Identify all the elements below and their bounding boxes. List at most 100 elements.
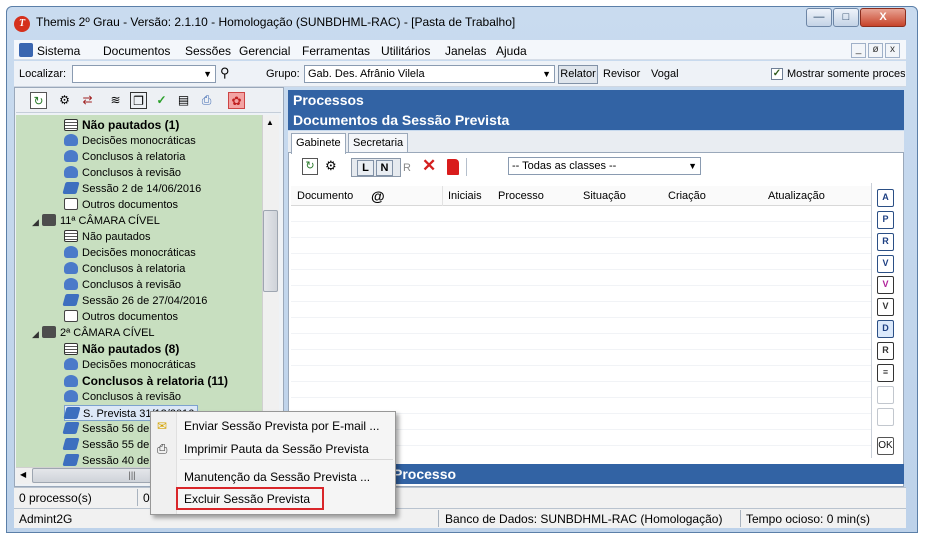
side-a-button[interactable]: A	[877, 189, 894, 207]
mdi-close-icon[interactable]: x	[885, 43, 900, 58]
delete-icon[interactable]: ✕	[422, 156, 436, 176]
menu-manutencao[interactable]: Manutenção da Sessão Prevista ...	[184, 470, 370, 484]
tree-item[interactable]: 2ª CÂMARA CÍVEL	[42, 325, 155, 341]
tree-item[interactable]: Conclusos à relatoria	[64, 261, 185, 277]
scroll-left-icon[interactable]: ◀	[20, 470, 26, 479]
menu-ferramentas[interactable]: Ferramentas	[302, 44, 370, 58]
find-icon[interactable]: ⚙	[325, 158, 337, 174]
tree-item[interactable]: Conclusos à revisão	[64, 277, 181, 293]
check-icon[interactable]: ✓	[153, 92, 170, 109]
window-title: Themis 2º Grau - Versão: 2.1.10 - Homolo…	[36, 15, 516, 29]
tree-item-label: Sessão 26 de 27/04/2016	[82, 295, 208, 307]
tree-item[interactable]: Sessão 56 de	[62, 421, 149, 437]
tree-scroll-thumb[interactable]	[263, 210, 278, 292]
tree-item[interactable]: Não pautados (1)	[64, 117, 179, 133]
menu-imprimir-pauta[interactable]: Imprimir Pauta da Sessão Prevista	[184, 442, 369, 456]
tree-item[interactable]: Sessão 40 de	[62, 453, 149, 467]
tree-item[interactable]: Sessão 55 de	[62, 437, 149, 453]
localizar-input[interactable]: ▼	[72, 65, 216, 83]
side-p-button[interactable]: P	[877, 211, 894, 229]
menu-sistema[interactable]: Sistema	[37, 44, 80, 58]
relator-toggle[interactable]: Relator	[558, 65, 598, 84]
collapse-icon[interactable]: ◢	[32, 329, 39, 340]
copy-icon[interactable]: ❐	[130, 92, 147, 109]
red-document-icon[interactable]	[447, 159, 459, 175]
refresh-icon[interactable]: ↻	[30, 92, 47, 109]
side-r2-button[interactable]: R	[877, 342, 894, 360]
menu-utilitarios[interactable]: Utilitários	[381, 44, 430, 58]
tree-item[interactable]: Outros documentos	[64, 309, 178, 325]
menu-gerencial[interactable]: Gerencial	[239, 44, 290, 58]
menu-enviar-email[interactable]: Enviar Sessão Prevista por E-mail ...	[184, 419, 379, 433]
processos-header: Processos	[288, 90, 904, 110]
col-iniciais[interactable]: Iniciais	[448, 190, 482, 202]
col-criacao[interactable]: Criação	[668, 190, 706, 202]
blank-doc-icon[interactable]	[877, 408, 894, 426]
revisor-toggle[interactable]: Revisor	[603, 68, 640, 80]
tree-item[interactable]: Conclusos à relatoria (11)	[64, 373, 228, 389]
status-sep	[740, 510, 741, 527]
notes-icon[interactable]: ≡	[877, 364, 894, 382]
tree-item[interactable]: Conclusos à revisão	[64, 389, 181, 405]
tree-item[interactable]: Não pautados	[64, 229, 151, 245]
chevron-down-icon: ▼	[203, 69, 212, 79]
menu-sessoes[interactable]: Sessões	[185, 44, 231, 58]
class-filter-select[interactable]: -- Todas as classes -- ▼	[508, 157, 701, 175]
side-v1-button[interactable]: V	[877, 255, 894, 273]
tree-item-label: 11ª CÂMARA CÍVEL	[60, 215, 160, 227]
side-d-button[interactable]: D	[877, 320, 894, 338]
list-icon	[64, 230, 78, 242]
menu-janelas[interactable]: Janelas	[445, 44, 486, 58]
ok-button[interactable]: OK	[877, 437, 894, 455]
col-email[interactable]: @	[371, 188, 385, 204]
tab-secretaria[interactable]: Secretaria	[348, 133, 409, 153]
layers-icon[interactable]: ≋	[107, 92, 124, 109]
tree-item[interactable]: 11ª CÂMARA CÍVEL	[42, 213, 160, 229]
tree-item[interactable]: Conclusos à revisão	[64, 165, 181, 181]
side-v3-button[interactable]: V	[877, 298, 894, 316]
vogal-toggle[interactable]: Vogal	[651, 68, 679, 80]
col-situacao[interactable]: Situação	[583, 190, 626, 202]
mdi-restore-icon[interactable]: ø	[868, 43, 883, 58]
format-r-button[interactable]: R	[403, 162, 411, 174]
mdi-minimize-icon[interactable]: _	[851, 43, 866, 58]
chamber-icon	[42, 326, 56, 338]
menu-excluir-sessao[interactable]: Excluir Sessão Prevista	[184, 492, 310, 506]
tab-gabinete[interactable]: Gabinete	[291, 133, 346, 154]
document-icon	[64, 198, 78, 210]
collapse-icon[interactable]: ◢	[32, 217, 39, 228]
side-v2-button[interactable]: V	[877, 276, 894, 294]
menu-ajuda[interactable]: Ajuda	[496, 44, 527, 58]
tree-item[interactable]: Sessão 2 de 14/06/2016	[62, 181, 201, 197]
tree-item[interactable]: Sessão 26 de 27/04/2016	[62, 293, 208, 309]
mostrar-checkbox[interactable]: ✓	[771, 68, 783, 80]
col-atualizacao[interactable]: Atualização	[768, 190, 825, 202]
clipboard-icon[interactable]: ▤	[175, 92, 192, 109]
col-documento[interactable]: Documento	[297, 190, 353, 202]
tree-item-label: Conclusos à revisão	[82, 167, 182, 179]
tree-item[interactable]: Decisões monocráticas	[64, 133, 196, 149]
blank-doc-icon[interactable]	[877, 386, 894, 404]
minimize-icon[interactable]: —	[806, 8, 832, 27]
close-icon[interactable]: X	[860, 8, 906, 27]
grupo-label: Grupo:	[266, 68, 300, 80]
menu-documentos[interactable]: Documentos	[103, 44, 170, 58]
search-person-icon[interactable]: ⚲	[220, 65, 236, 81]
tree-item[interactable]: Outros documentos	[64, 197, 178, 213]
grupo-select[interactable]: Gab. Des. Afrânio Vilela ▼	[304, 65, 555, 83]
find-icon[interactable]: ⚙	[56, 92, 73, 109]
tree-item[interactable]: Não pautados (8)	[64, 341, 179, 357]
col-processo[interactable]: Processo	[498, 190, 544, 202]
side-r-button[interactable]: R	[877, 233, 894, 251]
maximize-icon[interactable]: □	[833, 8, 859, 27]
flower-icon[interactable]: ✿	[228, 92, 245, 109]
tree-item[interactable]: Decisões monocráticas	[64, 357, 196, 373]
tree-item[interactable]: Conclusos à relatoria	[64, 149, 185, 165]
user-print-icon[interactable]: ⎙	[198, 92, 215, 109]
tree-item[interactable]: Decisões monocráticas	[64, 245, 196, 261]
format-n-button[interactable]: N	[376, 160, 393, 176]
format-l-button[interactable]: L	[357, 160, 374, 176]
scroll-up-icon[interactable]: ▲	[266, 118, 274, 127]
export-icon[interactable]: ⇄	[79, 92, 96, 109]
refresh-icon[interactable]: ↻	[302, 158, 318, 175]
